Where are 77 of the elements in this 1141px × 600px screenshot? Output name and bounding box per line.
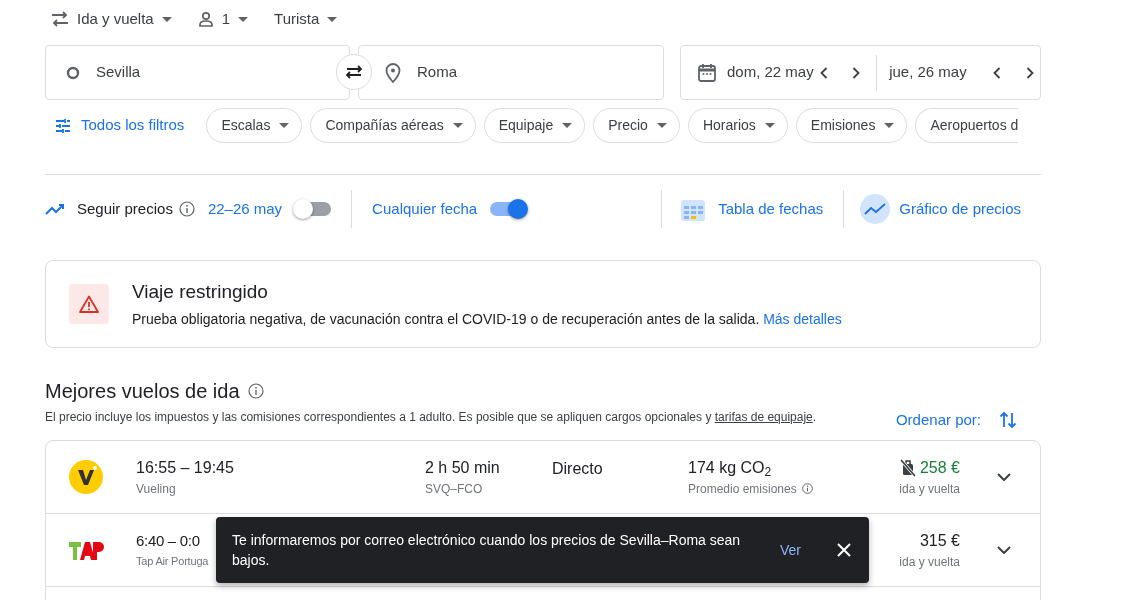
circle-icon: [66, 65, 80, 80]
view-button[interactable]: Ver: [776, 539, 805, 561]
departure-date: dom, 22 may: [727, 62, 814, 83]
caret-icon: [327, 16, 338, 22]
trip-option-dropdown[interactable]: 1: [187, 0, 259, 38]
caret-icon: [562, 123, 573, 128]
info-icon: [247, 383, 264, 399]
chevron-left-icon: [819, 66, 828, 79]
return-date: jue, 26 may: [889, 62, 968, 83]
caret-icon: [884, 123, 895, 128]
alert-title: Viaje restringido: [132, 279, 269, 304]
filter-chip[interactable]: Aeropuertos d: [915, 108, 1019, 143]
caret-icon: [656, 123, 667, 128]
stops-label: Directo: [552, 458, 604, 479]
chevron-right-icon: [1026, 66, 1034, 79]
filter-chip[interactable]: Compañías aéreas: [310, 108, 476, 143]
date-field[interactable]: dom, 22 may jue, 26 may: [680, 45, 1041, 100]
trip-type-label: ida y vuelta: [898, 553, 960, 571]
route-codes: SVQ–FCO: [425, 480, 484, 498]
all-filters-button[interactable]: Todos los filtros: [45, 114, 199, 137]
chevron-down-icon: [997, 472, 1011, 481]
emissions-value: 174 kg CO$_{2}$: [688, 457, 773, 480]
price-label: 258 €: [919, 457, 960, 478]
caret-icon: [279, 123, 290, 128]
flight-times: 6:40 – 0:0: [136, 531, 200, 551]
close-icon: [837, 543, 851, 557]
chevron-left-icon: [993, 66, 1002, 79]
details-link[interactable]: Más detalles: [763, 311, 842, 328]
close-button[interactable]: [837, 543, 851, 557]
toast-message: Te informaremos por correo electrónico cuando los precios de Sevilla–Roma sean bajos.: [232, 531, 742, 570]
airline-logo: [68, 458, 104, 495]
toggle-switch[interactable]: [295, 202, 332, 216]
date-grid-button[interactable]: Tabla de fechas: [680, 196, 824, 222]
caret-icon: [452, 123, 463, 128]
airline-name: Vueling: [136, 480, 176, 498]
airline-name: Tap Air Portuga: [136, 553, 209, 569]
price-graph-button[interactable]: Gráfico de precios: [860, 194, 1021, 224]
swap-arrows-icon: [344, 64, 364, 80]
origin-field[interactable]: Sevilla: [45, 45, 350, 100]
chevron-right-icon: [852, 66, 861, 79]
chevron-down-icon: [997, 545, 1011, 554]
price-label: 315 €: [919, 530, 960, 551]
caret-icon: [238, 16, 249, 22]
trip-option-dropdown[interactable]: Turista: [264, 0, 348, 38]
flight-duration: 2 h 50 min: [425, 457, 501, 478]
info-icon: [178, 201, 195, 217]
sort-arrows-icon: [999, 411, 1017, 430]
emissions-note: Promedio emisiones: [688, 480, 797, 498]
sort-button[interactable]: Ordenar por:: [895, 409, 1017, 432]
caret-icon: [764, 123, 775, 128]
track-prices-label: Seguir precios: [77, 198, 173, 219]
filter-chip[interactable]: Precio: [593, 108, 680, 143]
baggage-fees-link[interactable]: tarifas de equipaje: [714, 410, 813, 425]
trip-type-label: ida y vuelta: [898, 480, 960, 498]
warning-icon: [79, 295, 99, 313]
date-range-label: 22–26 may: [207, 198, 283, 219]
section-title: Mejores vuelos de ida: [45, 379, 240, 404]
info-icon: [801, 483, 813, 494]
toggle-switch[interactable]: [490, 202, 527, 216]
price-note: El precio incluye los impuestos y las comisiones correspondientes a 1 adulto. Es posible que se apliquen cargos opcionales y tarifas de equipaje.: [45, 409, 817, 427]
line-chart-icon: [860, 194, 891, 224]
trip-option-dropdown[interactable]: Ida y vuelta: [41, 0, 182, 38]
trend-line-icon: [45, 203, 65, 215]
filter-chip[interactable]: Emisiones: [795, 108, 908, 143]
flight-times: 16:55 – 19:45: [136, 457, 234, 478]
filter-chip[interactable]: Escalas: [206, 108, 303, 143]
filter-sliders-icon: [55, 118, 71, 133]
person-icon: [197, 11, 214, 27]
swap-arrows-icon: [51, 11, 69, 27]
filter-chip[interactable]: Horarios: [687, 108, 788, 143]
filter-chip[interactable]: Equipaje: [483, 108, 586, 143]
location-pin-icon: [385, 62, 401, 83]
calendar-icon: [697, 62, 717, 83]
alert-text: Prueba obligatoria negativa, de vacunación contra el COVID-19 o de recuperación antes de la salida. Más detalles: [132, 310, 842, 330]
caret-icon: [161, 16, 172, 22]
any-date-label: Cualquier fecha: [372, 198, 478, 219]
destination-field[interactable]: Roma: [358, 45, 664, 100]
